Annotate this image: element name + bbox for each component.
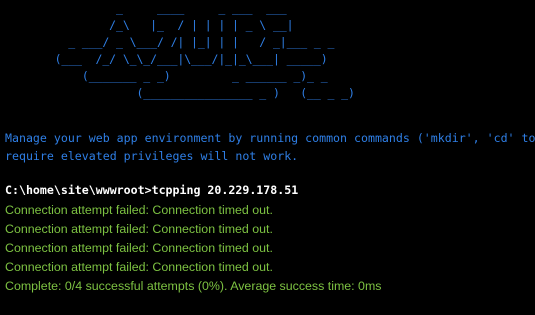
output-line: Connection attempt failed: Connection ti… <box>5 260 273 274</box>
azure-ascii-banner: _ ____ _ ___ ___ /_\ |_ / | | | | _ \ __… <box>54 1 355 100</box>
info-line: require elevated privileges will not wor… <box>5 149 299 163</box>
summary-line: Complete: 0/4 successful attempts (0%). … <box>5 279 382 293</box>
command-text: tcpping 20.229.178.51 <box>151 183 299 197</box>
command-line[interactable]: C:\home\site\wwwroot>tcpping 20.229.178.… <box>5 183 298 197</box>
output-line: Connection attempt failed: Connection ti… <box>5 241 273 255</box>
info-line: Manage your web app environment by runni… <box>5 131 535 145</box>
output-line: Connection attempt failed: Connection ti… <box>5 203 273 217</box>
output-line: Connection attempt failed: Connection ti… <box>5 222 273 236</box>
prompt-path: C:\home\site\wwwroot> <box>5 183 152 197</box>
kudu-console[interactable]: _ ____ _ ___ ___ /_\ |_ / | | | | _ \ __… <box>0 0 535 315</box>
